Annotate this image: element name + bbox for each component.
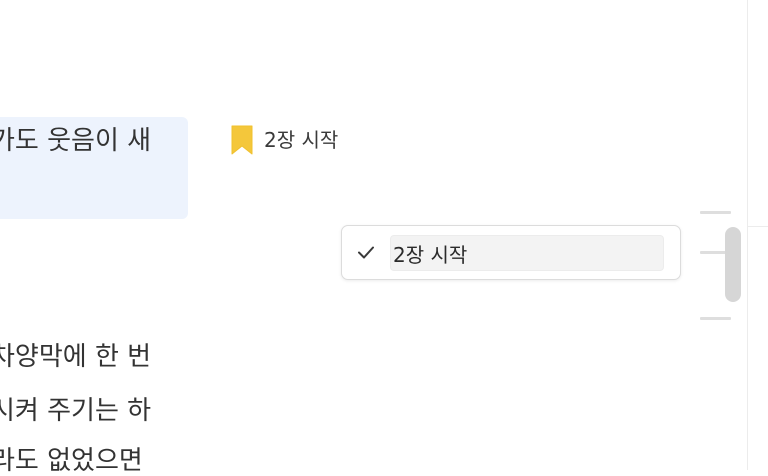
scroll-mark <box>700 317 731 320</box>
document-line-3: 시켜 주기는 하 <box>0 396 152 426</box>
panel-divider-tick <box>748 226 768 227</box>
document-line-2: 차양막에 한 번 <box>0 342 152 372</box>
bookmark-label: 2장 시작 <box>264 128 339 152</box>
bookmark-rename-popover <box>341 225 681 280</box>
bookmark-marker[interactable]: 2장 시작 <box>229 124 338 156</box>
scrollbar-thumb[interactable] <box>725 227 741 302</box>
bookmark-icon <box>231 125 253 155</box>
panel-divider <box>747 0 748 470</box>
bookmark-name-input[interactable] <box>390 235 664 271</box>
scrollbar[interactable] <box>700 205 745 330</box>
scroll-mark <box>700 211 731 214</box>
document-line-1: 가도 웃음이 새 <box>0 126 152 156</box>
document-line-4: 라도 없었으면 <box>0 446 143 476</box>
check-icon[interactable] <box>354 240 378 264</box>
